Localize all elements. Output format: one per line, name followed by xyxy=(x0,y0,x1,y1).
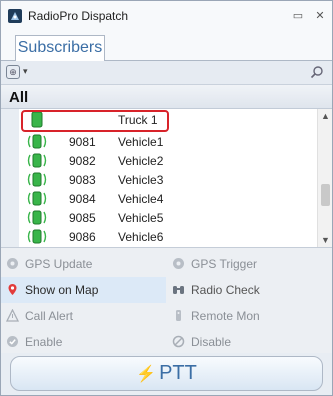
check-circle-icon xyxy=(7,336,18,347)
scroll-down-button[interactable]: ▼ xyxy=(318,233,333,247)
remote-mon-button[interactable]: Remote Mon xyxy=(167,303,332,329)
block-icon xyxy=(172,335,185,348)
scroll-thumb[interactable] xyxy=(321,184,330,206)
list-item[interactable]: 9082 Vehicle2 xyxy=(19,151,317,170)
subscriber-id: 9082 xyxy=(69,154,96,168)
radio-signal-icon xyxy=(27,134,47,149)
enable-button[interactable]: Enable xyxy=(1,329,166,355)
minimize-button[interactable]: ▭ xyxy=(291,9,305,23)
disable-button[interactable]: Disable xyxy=(167,329,332,355)
subscriber-name: Vehicle2 xyxy=(118,154,164,168)
action-panel: GPS Update GPS Trigger Show on Map Radio… xyxy=(1,247,332,353)
dispatch-window: RadioPro Dispatch ▭ ✕ Subscribers ⊕ ▾ Al… xyxy=(0,0,333,396)
list-item[interactable]: 9085 Vehicle5 xyxy=(19,208,317,227)
gps-update-button[interactable]: GPS Update xyxy=(1,251,166,277)
binoculars-icon xyxy=(173,286,184,294)
list-item[interactable]: 9084 Vehicle4 xyxy=(19,189,317,208)
subscriber-name: Vehicle3 xyxy=(118,173,164,187)
subscriber-list: Truck 1 9081 Vehicle1 9082 Vehicle2 9083… xyxy=(19,109,317,247)
close-button[interactable]: ✕ xyxy=(313,9,327,23)
list-item[interactable]: Truck 1 xyxy=(19,110,317,132)
subscriber-id: 9085 xyxy=(69,211,96,225)
subscriber-name: Vehicle4 xyxy=(118,192,164,206)
search-icon[interactable] xyxy=(310,65,324,79)
radio-signal-icon xyxy=(27,229,47,244)
chevron-down-icon[interactable]: ▾ xyxy=(23,66,28,77)
list-scrollbar[interactable]: ▲ ▼ xyxy=(317,109,332,247)
subscriber-id: 9083 xyxy=(69,173,96,187)
tab-subscribers[interactable]: Subscribers xyxy=(15,35,105,62)
remote-monitor-icon xyxy=(176,310,181,321)
call-alert-button[interactable]: Call Alert xyxy=(1,303,166,329)
window-title: RadioPro Dispatch xyxy=(28,9,129,23)
show-on-map-button[interactable]: Show on Map xyxy=(1,277,166,303)
lightning-icon: ⚡ xyxy=(136,366,157,383)
selection-highlight xyxy=(21,110,169,132)
view-icon[interactable]: ⊕ xyxy=(6,65,20,79)
tab-strip: Subscribers xyxy=(1,31,332,62)
radio-signal-icon xyxy=(27,210,47,225)
subscriber-name: Vehicle5 xyxy=(118,211,164,225)
radio-signal-icon xyxy=(27,153,47,168)
scroll-up-button[interactable]: ▲ xyxy=(318,109,333,123)
ptt-label: PTT xyxy=(159,362,197,384)
list-item[interactable]: 9083 Vehicle3 xyxy=(19,170,317,189)
radio-signal-icon xyxy=(27,191,47,206)
radio-check-button[interactable]: Radio Check xyxy=(167,277,332,303)
radio-signal-icon xyxy=(27,172,47,187)
gps-trigger-icon xyxy=(173,258,184,269)
ptt-button[interactable]: ⚡ PTT xyxy=(10,356,323,391)
list-item[interactable]: 9081 Vehicle1 xyxy=(19,132,317,151)
title-bar: RadioPro Dispatch ▭ ✕ xyxy=(1,1,332,31)
ptt-area: ⚡ PTT xyxy=(1,353,332,395)
subscriber-name: Vehicle1 xyxy=(118,135,164,149)
radio-app-icon xyxy=(8,9,22,23)
group-header[interactable]: All xyxy=(1,85,332,109)
subscriber-id: 9081 xyxy=(69,135,96,149)
subscriber-name: Vehicle6 xyxy=(118,230,164,244)
list-item[interactable]: 9086 Vehicle6 xyxy=(19,227,317,246)
subscriber-id: 9086 xyxy=(69,230,96,244)
alert-icon xyxy=(6,309,19,322)
toolbar: ⊕ ▾ xyxy=(1,61,332,85)
map-pin-icon xyxy=(8,284,17,295)
gps-icon xyxy=(7,258,18,269)
gps-trigger-button[interactable]: GPS Trigger xyxy=(167,251,332,277)
subscriber-id: 9084 xyxy=(69,192,96,206)
